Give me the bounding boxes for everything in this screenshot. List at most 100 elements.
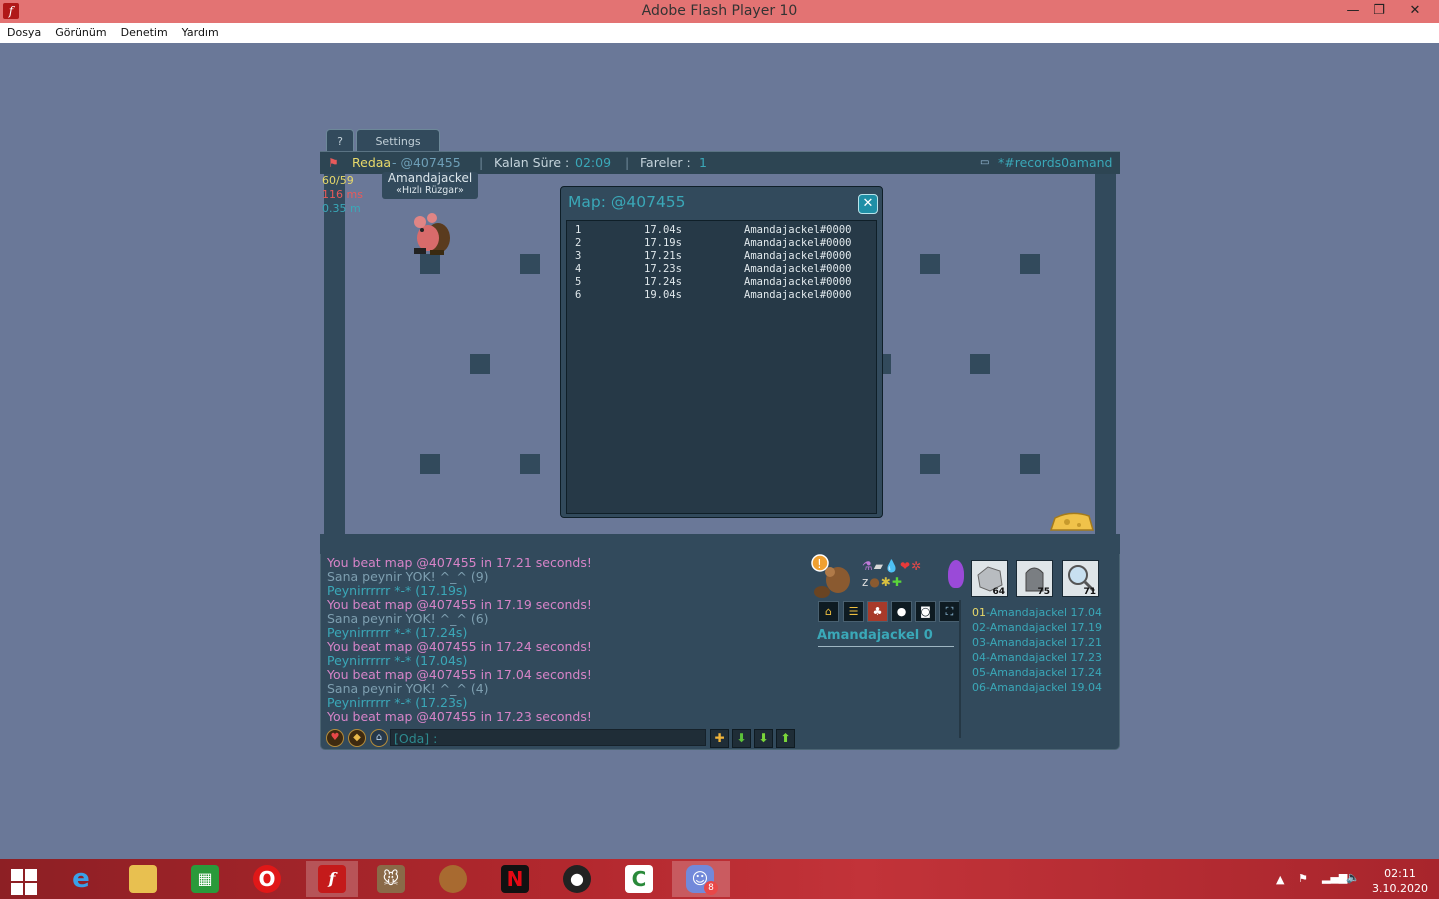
taskbar-flash-player[interactable]: f: [306, 861, 358, 897]
chat-log: You beat map @407455 in 17.21 seconds! S…: [327, 556, 797, 724]
tool-count: 75: [1037, 587, 1050, 597]
chat-input[interactable]: [Oda] :: [390, 729, 706, 746]
svg-text:!: !: [817, 557, 822, 571]
restore-button[interactable]: ❐: [1364, 0, 1394, 22]
ground: [320, 534, 1120, 554]
windows-logo-icon: [11, 869, 37, 895]
settings-tab[interactable]: Settings: [356, 129, 440, 152]
table-row: 2 17.19s Amandajackel#0000: [567, 237, 876, 250]
start-button[interactable]: [0, 861, 46, 897]
arrow-down-icon[interactable]: ⬇: [732, 729, 751, 748]
plus-item-icon[interactable]: ✚: [892, 575, 903, 589]
network-icon[interactable]: ▂▄▆: [1322, 871, 1347, 884]
player-title: «Hızlı Rüzgar»: [396, 185, 464, 196]
shop-icon[interactable]: ♣: [867, 601, 888, 622]
chat-message: You beat map @407455 in 17.23 seconds!: [327, 709, 592, 724]
window-titlebar: f Adobe Flash Player 10 — ❐ ✕: [0, 0, 1439, 23]
camtasia-icon: C: [625, 865, 653, 893]
plus-icon[interactable]: ✚: [710, 729, 729, 748]
table-row: 5 17.24s Amandajackel#0000: [567, 276, 876, 289]
arrow-up-icon[interactable]: ⬆: [776, 729, 795, 748]
chat-message: You beat map @407455 in 17.19 seconds!: [327, 597, 592, 612]
mouse-avatar-icon[interactable]: !: [810, 554, 858, 600]
distance-readout: 0.35 m: [322, 202, 361, 215]
close-button[interactable]: ✕: [1400, 0, 1430, 22]
home-icon[interactable]: ⌂: [370, 729, 388, 747]
record-text: -Amandajackel 17.19: [986, 621, 1103, 634]
menubar: Dosya Görünüm Denetim Yardım: [0, 23, 1439, 43]
fullscreen-icon[interactable]: ⛶: [939, 601, 960, 622]
map-block: [520, 454, 540, 474]
help-tab[interactable]: ?: [326, 129, 354, 152]
bomb-icon[interactable]: ●: [869, 575, 880, 589]
tool-magnifier[interactable]: 71: [1062, 560, 1099, 597]
chat-bubble-icon[interactable]: ●: [891, 601, 912, 622]
table-row: 3 17.21s Amandajackel#0000: [567, 250, 876, 263]
taskbar-opera[interactable]: O: [244, 861, 290, 897]
taskbar-obs[interactable]: ●: [554, 861, 600, 897]
record-time: 19.04s: [644, 289, 682, 301]
chat-bar: ♥ ◆ ⌂ [Oda] : ✚ ⬇ ⬇ ⬆: [324, 727, 800, 749]
map-author[interactable]: Redaa: [352, 152, 391, 174]
menu-gorunum[interactable]: Görünüm: [48, 23, 113, 43]
taskbar-netflix[interactable]: N: [492, 861, 538, 897]
house-icon[interactable]: ⌂: [818, 601, 839, 622]
room-flag-icon: ▭: [980, 157, 990, 168]
map-block: [970, 354, 990, 374]
taskbar-store[interactable]: ▦: [182, 861, 228, 897]
record-rank: 5: [575, 276, 582, 288]
record-player: Amandajackel#0000: [744, 276, 852, 288]
sparkle-icon[interactable]: ✲: [911, 559, 922, 573]
netflix-icon: N: [501, 865, 529, 893]
heart-icon[interactable]: ♥: [326, 729, 344, 747]
tool-tombstone[interactable]: 75: [1016, 560, 1053, 597]
record-rank: 3: [575, 250, 582, 262]
tool-count: 64: [992, 587, 1005, 597]
taskbar-internet-explorer[interactable]: e: [58, 861, 104, 897]
hat-icon[interactable]: ▰: [874, 559, 884, 573]
list-icon[interactable]: ☰: [843, 601, 864, 622]
flash-icon: f: [318, 865, 346, 893]
clock-time: 02:11: [1384, 867, 1416, 880]
tribe-icon[interactable]: ◆: [348, 729, 366, 747]
record-time: 17.23s: [644, 263, 682, 275]
crystal-icon[interactable]: [948, 560, 964, 588]
chat-message: You beat map @407455 in 17.24 seconds!: [327, 639, 592, 654]
menu-denetim[interactable]: Denetim: [114, 23, 175, 43]
record-time: 17.19s: [644, 237, 682, 249]
mice-label: Fareler :: [640, 155, 691, 170]
arrow-down-icon[interactable]: ⬇: [754, 729, 773, 748]
separator: |: [625, 155, 630, 170]
record-time: 17.04s: [644, 224, 682, 236]
water-drop-icon[interactable]: 💧: [884, 559, 900, 573]
taskbar-camtasia[interactable]: C: [616, 861, 662, 897]
taskbar-clock[interactable]: 02:11 3.10.2020: [1368, 866, 1432, 896]
record-number: 02: [972, 621, 986, 634]
dialog-close-button[interactable]: ✕: [858, 194, 878, 214]
record-player: Amandajackel#0000: [744, 224, 852, 236]
taskbar-discord[interactable]: ☺ 8: [672, 861, 730, 897]
confetti-icon[interactable]: ✱: [881, 575, 892, 589]
chat-message: Peynirrrrrr *-* (17.19s): [327, 583, 468, 598]
record-text: -Amandajackel 17.23: [986, 651, 1103, 664]
menu-dosya[interactable]: Dosya: [0, 23, 48, 43]
menu-yardim[interactable]: Yardım: [175, 23, 226, 43]
chat-message: Sana peynir YOK! ^_^ (4): [327, 681, 489, 696]
list-item: 01-Amandajackel 17.04: [972, 605, 1108, 620]
tool-cheese-stack[interactable]: 64: [971, 560, 1008, 597]
heart-item-icon[interactable]: ❤: [900, 559, 911, 573]
potion-icon[interactable]: ⚗: [862, 559, 874, 573]
discord-icon[interactable]: ◙: [915, 601, 936, 622]
taskbar-mouse-game[interactable]: [430, 861, 476, 897]
chat-message: You beat map @407455 in 17.21 seconds!: [327, 555, 592, 570]
chevron-up-icon[interactable]: ▲: [1276, 873, 1284, 886]
taskbar-file-explorer[interactable]: [120, 861, 166, 897]
room-name: *#records0amand: [998, 155, 1113, 170]
taskbar-transformice[interactable]: 🐭: [368, 861, 414, 897]
notification-badge: 8: [704, 881, 718, 895]
action-center-icon[interactable]: ⚑: [1298, 872, 1308, 885]
time-value: 02:09: [575, 155, 612, 170]
volume-icon[interactable]: 🔈: [1346, 871, 1360, 884]
records-table: 1 17.04s Amandajackel#0000 2 17.19s Amandaja…: [566, 220, 877, 514]
map-block: [520, 254, 540, 274]
